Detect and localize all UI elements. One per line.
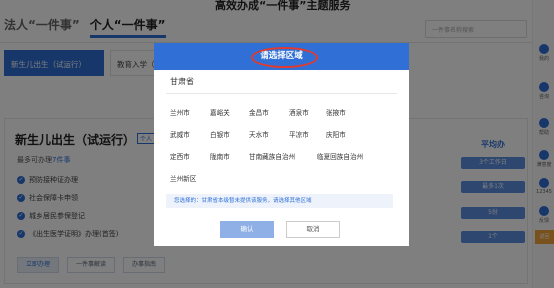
city-option[interactable]: 金昌市: [249, 107, 269, 117]
city-option[interactable]: 陇南市: [210, 151, 230, 161]
city-option[interactable]: 平凉市: [289, 129, 309, 139]
city-option[interactable]: 天水市: [249, 129, 269, 139]
city-option[interactable]: 甘南藏族自治州: [249, 151, 295, 161]
region-select-modal: 请选择区域 甘肃省 兰州市 嘉峪关 金昌市 酒泉市 张掖市 武威市 白银市 天水…: [154, 43, 409, 246]
city-option[interactable]: 酒泉市: [289, 107, 309, 117]
city-option[interactable]: 临夏回族自治州: [317, 151, 363, 161]
confirm-button[interactable]: 确认: [220, 221, 274, 238]
city-option[interactable]: 兰州市: [170, 107, 190, 117]
city-option[interactable]: 兰州新区: [170, 173, 196, 183]
selection-tip: 您选择的：甘肃省本级暂未提供该服务，请选择其他区域: [166, 194, 393, 208]
city-option[interactable]: 嘉峪关: [210, 107, 230, 117]
city-option[interactable]: 定西市: [170, 151, 190, 161]
city-option[interactable]: 白银市: [210, 129, 230, 139]
cancel-button[interactable]: 取消: [286, 221, 340, 238]
city-option[interactable]: 武威市: [170, 129, 190, 139]
province-label[interactable]: 甘肃省: [170, 76, 194, 87]
city-option[interactable]: 张掖市: [326, 107, 346, 117]
city-option[interactable]: 庆阳市: [326, 129, 346, 139]
highlight-ellipse: [251, 47, 318, 68]
province-divider: [166, 93, 397, 94]
